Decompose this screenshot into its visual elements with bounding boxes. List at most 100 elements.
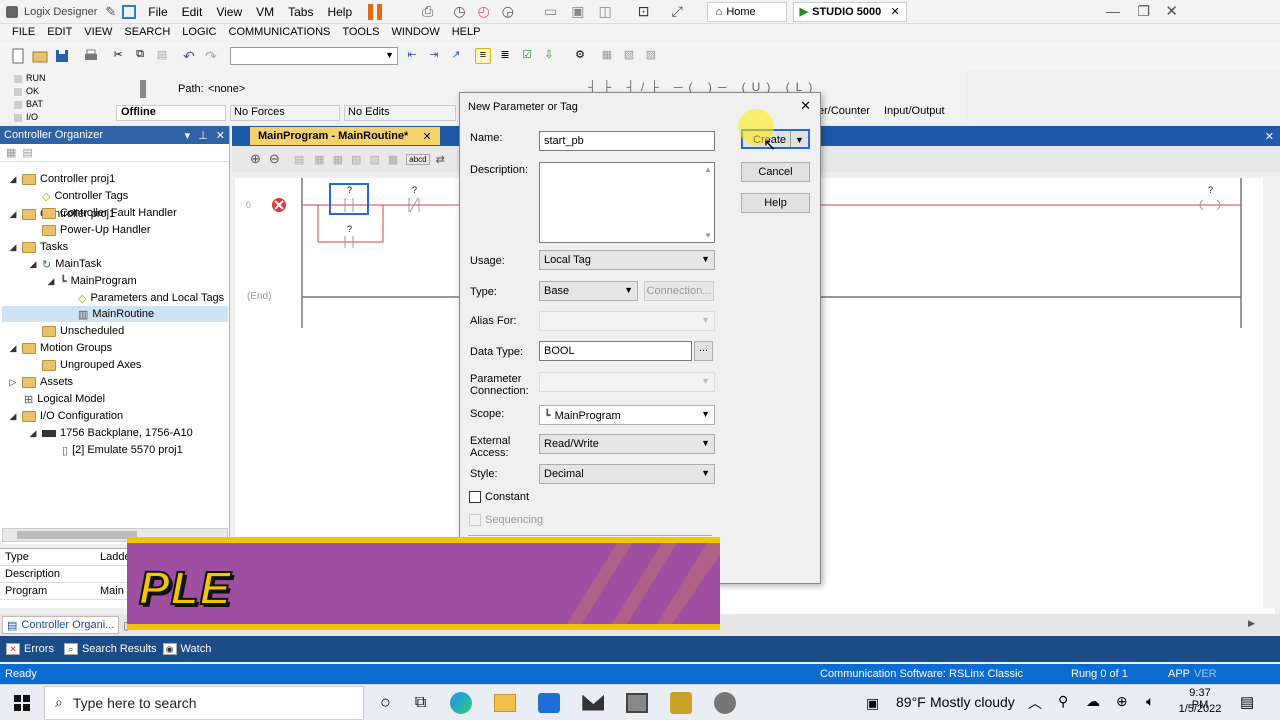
copy-rung-icon[interactable]: ▧: [351, 153, 361, 166]
xic-operand-1[interactable]: ?: [347, 185, 352, 195]
open-icon[interactable]: [32, 48, 48, 64]
browse-datatype-button[interactable]: ...: [694, 341, 713, 361]
abcd-icon[interactable]: abcd: [406, 153, 430, 165]
copy-icon[interactable]: ⧉: [132, 48, 148, 64]
menu-item-window[interactable]: WINDOW: [391, 26, 439, 38]
style-select[interactable]: Decimal ▼: [539, 464, 715, 484]
find-prev-icon[interactable]: ⇤: [404, 48, 420, 64]
xio-operand[interactable]: ?: [412, 185, 417, 195]
tray-app-icon[interactable]: ⚲: [1058, 693, 1068, 710]
constant-checkbox[interactable]: Constant: [469, 491, 529, 503]
edge-icon[interactable]: [450, 691, 473, 714]
tab-controller-organizer[interactable]: ▤ Controller Organi...: [2, 616, 120, 634]
menu-tabs[interactable]: Tabs: [288, 5, 313, 19]
tree-motion-groups[interactable]: ◢ Motion Groups: [8, 340, 113, 356]
close-editor-icon[interactable]: ✕: [1265, 130, 1274, 143]
network-icon[interactable]: ⊕: [1116, 693, 1128, 710]
tree-ungrouped-axes[interactable]: Ungrouped Axes: [42, 357, 141, 373]
scope-select[interactable]: ┗ MainProgram ▼: [539, 405, 715, 425]
studio5000-icon[interactable]: [670, 691, 693, 714]
connection-button[interactable]: Connection...: [644, 281, 714, 301]
tab-studio5000[interactable]: ▶ STUDIO 5000 ✕: [792, 1, 907, 22]
tree-emulate[interactable]: ▯ [2] Emulate 5570 proj1: [62, 442, 183, 458]
goto-icon[interactable]: ↗: [448, 48, 464, 64]
taskbar-search[interactable]: ⌕ Type here to search: [44, 685, 364, 720]
vmware-icon[interactable]: [714, 691, 737, 714]
tree-powerup-handler[interactable]: Power-Up Handler: [42, 222, 150, 238]
window-icon[interactable]: [122, 4, 137, 19]
close-tab-icon[interactable]: ✕: [422, 130, 431, 143]
mail-icon[interactable]: [582, 694, 605, 711]
clock-icon[interactable]: ◷: [453, 3, 465, 20]
menu-edit[interactable]: Edit: [182, 5, 203, 19]
tree-maintask[interactable]: ◢ ↻ MainTask: [28, 256, 102, 272]
find-next-icon[interactable]: ⇥: [426, 48, 442, 64]
coil-operand[interactable]: ?: [1208, 185, 1213, 195]
fullscreen-icon[interactable]: ▣: [571, 3, 584, 20]
windows-start-icon[interactable]: [14, 694, 30, 711]
type-select[interactable]: Base ▼: [539, 281, 638, 301]
revert-icon[interactable]: ◶: [502, 3, 514, 20]
datatype-field[interactable]: BOOL: [539, 341, 692, 361]
pause-icon[interactable]: [368, 3, 383, 20]
chevron-down-icon[interactable]: ▼: [790, 131, 808, 147]
verify-controller-icon[interactable]: ☑: [519, 48, 535, 64]
sequencing-checkbox[interactable]: Sequencing: [469, 514, 543, 526]
menu-view[interactable]: View: [216, 5, 242, 19]
store-icon[interactable]: [538, 692, 561, 713]
dropdown-icon[interactable]: ▾: [185, 129, 191, 142]
tab-input-output[interactable]: Input/Output: [884, 105, 945, 117]
tree-io-config[interactable]: ◢ I/O Configuration: [8, 408, 124, 424]
print-icon[interactable]: ⎙: [422, 3, 433, 20]
paste-icon[interactable]: ▤: [154, 48, 170, 64]
rslinx-icon[interactable]: [626, 692, 649, 713]
branch-level-icon[interactable]: ▦: [333, 153, 343, 166]
tab-mainroutine[interactable]: MainProgram - MainRoutine* ✕: [250, 127, 440, 145]
rung-icon[interactable]: ▤: [294, 153, 304, 166]
pin-panel-icon[interactable]: ⊥: [198, 129, 208, 142]
ext-access-select[interactable]: Read/Write ▼: [539, 434, 715, 454]
description-field[interactable]: ▲ ▼: [539, 162, 715, 243]
delete-rung-icon[interactable]: ▩: [388, 153, 398, 166]
tab-search-results[interactable]: ⌕ Search Results: [63, 643, 157, 655]
menu-help[interactable]: Help: [327, 5, 352, 19]
tree-assets[interactable]: ▷ Assets: [8, 374, 73, 390]
scroll-right-icon[interactable]: ▶: [1248, 618, 1255, 629]
tree-backplane[interactable]: ◢ 1756 Backplane, 1756-A10: [28, 425, 193, 441]
menu-item-view[interactable]: VIEW: [84, 26, 112, 38]
cut-icon[interactable]: ✂: [110, 48, 126, 64]
menu-item-logic[interactable]: LOGIC: [182, 26, 216, 38]
xic-operand-2[interactable]: ?: [347, 224, 352, 234]
tab-home[interactable]: ⌂ Home: [706, 1, 787, 22]
editor-vscroll[interactable]: [1263, 178, 1275, 608]
onedrive-icon[interactable]: ☁: [1086, 693, 1100, 710]
menu-file[interactable]: File: [148, 5, 167, 19]
tree-tasks[interactable]: ◢ Tasks: [8, 239, 69, 255]
new-icon[interactable]: [10, 48, 26, 64]
close-panel-icon[interactable]: ✕: [216, 129, 225, 142]
scroll-thumb[interactable]: [17, 531, 137, 539]
paste-rung-icon[interactable]: ▨: [369, 153, 379, 166]
tab-errors[interactable]: ✕ Errors: [6, 643, 54, 655]
zoom-out-icon[interactable]: ⊖: [269, 151, 280, 167]
alias-select[interactable]: ▼: [539, 311, 715, 331]
zoom-in-icon[interactable]: ⊕: [250, 151, 261, 167]
tree-mainroutine[interactable]: ▥ MainRoutine: [2, 306, 228, 322]
notification-icon[interactable]: ▤: [1240, 693, 1254, 711]
restore-icon[interactable]: ❐: [1137, 3, 1150, 20]
menu-item-file[interactable]: FILE: [12, 26, 35, 38]
branch-icon[interactable]: ▦: [314, 153, 324, 166]
menu-item-tools[interactable]: TOOLS: [342, 26, 379, 38]
menu-item-search[interactable]: SEARCH: [124, 26, 170, 38]
tree-controller-proj1[interactable]: ◢ Controller proj1: [8, 171, 116, 187]
tree-logical-model[interactable]: ⊞ Logical Model: [24, 391, 105, 407]
dialog-close-icon[interactable]: ✕: [800, 98, 811, 114]
close-tab-icon[interactable]: ✕: [890, 5, 899, 18]
minimize-icon[interactable]: —: [1106, 3, 1120, 19]
browse-logic-icon[interactable]: ▧: [621, 48, 637, 64]
usage-select[interactable]: Local Tag ▼: [539, 250, 715, 270]
search-combo[interactable]: ▼: [230, 47, 398, 65]
clock-date[interactable]: 1/5/2022: [1178, 703, 1222, 715]
scroll-down-icon[interactable]: ▼: [704, 231, 712, 240]
collapse-icon[interactable]: ▤: [22, 146, 32, 159]
